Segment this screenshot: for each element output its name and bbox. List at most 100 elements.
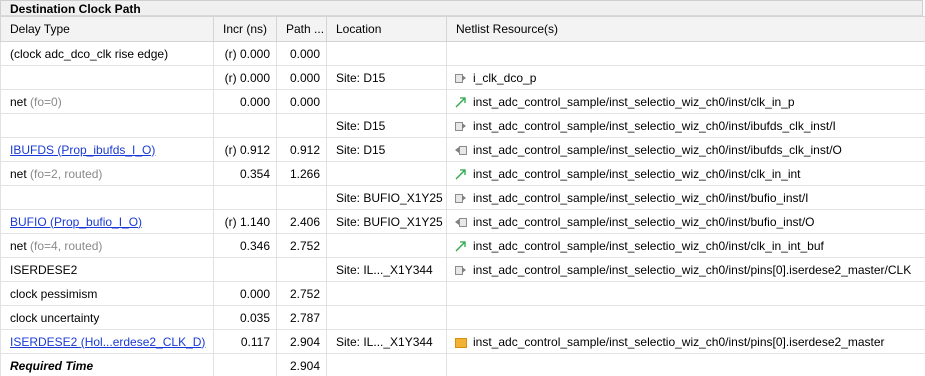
netlist-resource-cell[interactable]: inst_adc_control_sample/inst_selectio_wi… xyxy=(446,185,925,210)
location-value: Site: BUFIO_X1Y25 xyxy=(336,214,443,229)
column-header-location[interactable]: Location xyxy=(326,16,447,42)
path-value: 0.912 xyxy=(289,142,320,157)
table-row[interactable]: Required Time 2.904 xyxy=(0,353,925,376)
path-value xyxy=(320,191,326,205)
table-row[interactable]: net (fo=2, routed) 0.354 1.266 inst_adc_con… xyxy=(0,161,925,186)
column-header-netlist-resources[interactable]: Netlist Resource(s) xyxy=(446,16,925,42)
incr-cell: (r) 1.140 xyxy=(213,209,277,234)
resource-name[interactable]: inst_adc_control_sample/inst_selectio_wi… xyxy=(473,215,815,229)
netlist-resource-cell[interactable]: inst_adc_control_sample/inst_selectio_wi… xyxy=(446,257,925,282)
netlist-resource-cell xyxy=(446,281,925,306)
incr-value: (r) 0.912 xyxy=(224,142,270,157)
column-header-incr[interactable]: Incr (ns) xyxy=(213,16,277,42)
table-row[interactable]: BUFIO (Prop_bufio_I_O) (r) 1.140 2.406 Site… xyxy=(0,209,925,234)
delay-type-label: clock pessimism xyxy=(10,286,98,301)
path-value: 2.904 xyxy=(289,358,320,373)
table-row[interactable]: ISERDESE2 Site: IL..._X1Y344 inst_adc_cont… xyxy=(0,257,925,282)
location-cell xyxy=(326,41,447,66)
path-cell: 0.000 xyxy=(276,41,327,66)
resource-name[interactable]: inst_adc_control_sample/inst_selectio_wi… xyxy=(473,335,885,349)
resource-name[interactable]: inst_adc_control_sample/inst_selectio_wi… xyxy=(473,191,809,205)
incr-value: 0.000 xyxy=(239,94,270,109)
path-cell xyxy=(276,257,327,282)
table-row[interactable]: net (fo=4, routed) 0.346 2.752 inst_adc_con… xyxy=(0,233,925,258)
pin-out-icon xyxy=(455,144,467,156)
path-value xyxy=(320,263,326,277)
resource-name[interactable]: inst_adc_control_sample/inst_selectio_wi… xyxy=(473,167,801,181)
incr-cell: (r) 0.000 xyxy=(213,65,277,90)
resource-name[interactable]: inst_adc_control_sample/inst_selectio_wi… xyxy=(473,95,795,109)
table-row[interactable]: Site: D15 inst_adc_control_sample/inst_se… xyxy=(0,113,925,138)
delay-type-label: net xyxy=(10,166,27,181)
resource-name[interactable]: inst_adc_control_sample/inst_selectio_wi… xyxy=(473,239,824,253)
netlist-resource-cell[interactable]: inst_adc_control_sample/inst_selectio_wi… xyxy=(446,209,925,234)
delay-type-link[interactable]: ISERDESE2 (Hol...erdese2_CLK_D) xyxy=(2,335,205,349)
section-title: Destination Clock Path xyxy=(10,2,141,16)
delay-type-cell[interactable]: BUFIO (Prop_bufio_I_O) xyxy=(0,209,214,234)
location-value xyxy=(328,287,337,301)
table-row[interactable]: clock uncertainty 0.035 2.787 xyxy=(0,305,925,330)
incr-value: 0.346 xyxy=(239,238,270,253)
incr-cell: (r) 0.000 xyxy=(213,41,277,66)
delay-type-cell[interactable]: ISERDESE2 (Hol...erdese2_CLK_D) xyxy=(0,329,214,354)
resource-name[interactable]: inst_adc_control_sample/inst_selectio_wi… xyxy=(473,263,911,277)
delay-type-cell: clock pessimism xyxy=(0,281,214,306)
location-value: Site: D15 xyxy=(336,142,386,157)
resource-name[interactable]: i_clk_dco_p xyxy=(473,71,536,85)
path-cell: 2.406 xyxy=(276,209,327,234)
incr-value xyxy=(270,191,276,205)
table-row[interactable]: (clock adc_dco_clk rise edge) (r) 0.000 0.… xyxy=(0,41,925,66)
netlist-resource-cell xyxy=(446,305,925,330)
delay-type-label: ISERDESE2 xyxy=(10,262,78,277)
incr-value xyxy=(270,263,276,277)
delay-type-link[interactable]: IBUFDS (Prop_ibufds_I_O) xyxy=(2,143,155,157)
incr-cell: 0.000 xyxy=(213,281,277,306)
location-cell: Site: D15 xyxy=(326,137,447,162)
location-value xyxy=(328,167,337,181)
location-value: Site: D15 xyxy=(336,70,386,85)
incr-value: 0.354 xyxy=(239,166,270,181)
netlist-resource-cell[interactable]: i_clk_dco_p xyxy=(446,65,925,90)
path-value: 2.787 xyxy=(289,310,320,325)
table-row[interactable]: (r) 0.000 0.000 Site: D15 i_clk_dco_p xyxy=(0,65,925,90)
incr-cell: 0.000 xyxy=(213,89,277,114)
path-cell: 2.904 xyxy=(276,329,327,354)
path-value: 1.266 xyxy=(289,166,320,181)
incr-value: (r) 0.000 xyxy=(224,46,270,61)
location-value: Site: D15 xyxy=(336,118,386,133)
column-header-path[interactable]: Path ... xyxy=(276,16,327,42)
delay-type-link[interactable]: BUFIO (Prop_bufio_I_O) xyxy=(2,215,142,229)
netlist-resource-cell[interactable]: inst_adc_control_sample/inst_selectio_wi… xyxy=(446,113,925,138)
location-cell xyxy=(326,161,447,186)
resource-name[interactable]: inst_adc_control_sample/inst_selectio_wi… xyxy=(473,143,842,157)
pin-in-icon xyxy=(455,264,467,276)
table-row[interactable]: Site: BUFIO_X1Y25 inst_adc_control_sample… xyxy=(0,185,925,210)
fanout-info: (fo=2, routed) xyxy=(30,166,103,181)
incr-value: 0.000 xyxy=(239,286,270,301)
delay-type-label: (clock adc_dco_clk rise edge) xyxy=(10,46,169,61)
cell-icon xyxy=(455,336,467,348)
netlist-resource-cell[interactable]: inst_adc_control_sample/inst_selectio_wi… xyxy=(446,329,925,354)
location-value xyxy=(328,95,337,109)
delay-type-cell xyxy=(0,113,214,138)
table-row[interactable]: ISERDESE2 (Hol...erdese2_CLK_D) 0.117 2.90… xyxy=(0,329,925,354)
column-header-delay-type[interactable]: Delay Type xyxy=(0,16,214,42)
location-cell xyxy=(326,305,447,330)
table-row[interactable]: IBUFDS (Prop_ibufds_I_O) (r) 0.912 0.912 Si… xyxy=(0,137,925,162)
table-row[interactable]: clock pessimism 0.000 2.752 xyxy=(0,281,925,306)
pin-out-icon xyxy=(455,216,467,228)
netlist-resource-cell[interactable]: inst_adc_control_sample/inst_selectio_wi… xyxy=(446,161,925,186)
table-row[interactable]: net (fo=0) 0.000 0.000 inst_adc_control_sam… xyxy=(0,89,925,114)
netlist-resource-cell[interactable]: inst_adc_control_sample/inst_selectio_wi… xyxy=(446,89,925,114)
delay-type-cell[interactable]: IBUFDS (Prop_ibufds_I_O) xyxy=(0,137,214,162)
location-value: Site: BUFIO_X1Y25 xyxy=(336,190,443,205)
netlist-resource-cell[interactable]: inst_adc_control_sample/inst_selectio_wi… xyxy=(446,233,925,258)
section-header[interactable]: Destination Clock Path xyxy=(0,0,923,16)
net-icon xyxy=(455,168,467,180)
delay-type-cell: net (fo=2, routed) xyxy=(0,161,214,186)
location-value: Site: IL..._X1Y344 xyxy=(336,262,433,277)
resource-name[interactable]: inst_adc_control_sample/inst_selectio_wi… xyxy=(473,119,836,133)
location-cell: Site: BUFIO_X1Y25 xyxy=(326,209,447,234)
netlist-resource-cell[interactable]: inst_adc_control_sample/inst_selectio_wi… xyxy=(446,137,925,162)
net-icon xyxy=(455,96,467,108)
